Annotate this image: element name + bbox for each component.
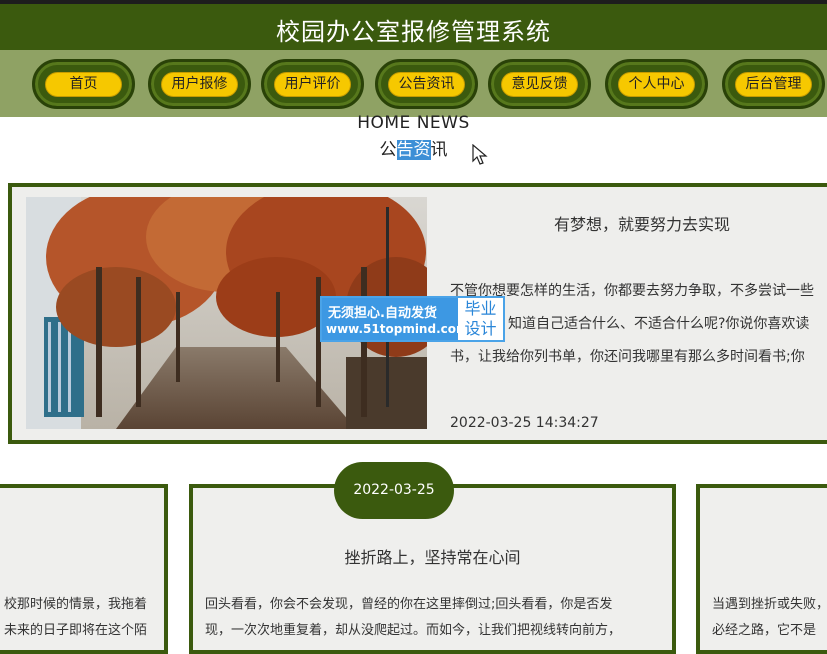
news-card-right-line-2: 必经之路，它不是 bbox=[712, 623, 817, 638]
nav-personal-center-label[interactable]: 个人中心 bbox=[618, 72, 695, 97]
nav-announcements[interactable]: 公告资讯 bbox=[375, 59, 478, 109]
watermark-text: 无须担心.自动发货 www.51topmind.com bbox=[322, 298, 469, 340]
featured-news-title[interactable]: 有梦想，就要努力去实现 bbox=[452, 211, 827, 235]
news-card-center-line-1: 回头看看，你会不会发现，曾经的你在这里摔倒过;回头看看，你是否发 bbox=[205, 597, 613, 612]
news-card-left-line-2: 未来的日子即将在这个陌 bbox=[4, 623, 148, 638]
news-card-center-title[interactable]: 挫折路上，坚持常在心间 bbox=[193, 544, 672, 568]
main-nav: 首页 用户报修 用户评价 公告资讯 意见反馈 个人中心 后台管理 bbox=[0, 50, 827, 117]
news-card-center-line-2: 现，一次次地重复着，却从没爬起过。而如今，让我们把视线转向前方， bbox=[205, 623, 622, 638]
watermark-slogan: 无须担心.自动发货 bbox=[328, 306, 437, 321]
nav-home[interactable]: 首页 bbox=[32, 59, 135, 109]
news-card-center-excerpt: 回头看看，你会不会发现，曾经的你在这里摔倒过;回头看看，你是否发 现，一次次地重… bbox=[205, 592, 621, 644]
news-card-left[interactable]: 校那时候的情景，我拖着 未来的日子即将在这个陌 bbox=[0, 484, 168, 654]
watermark-badge-line-1: 毕业 bbox=[464, 299, 497, 318]
nav-admin[interactable]: 后台管理 bbox=[722, 59, 825, 109]
featured-excerpt-line-3: 书，让我给你列书单，你还问我哪里有那么多时间看书;你 bbox=[450, 349, 805, 365]
news-section-heading: HOME NEWS 公告资讯 bbox=[0, 113, 827, 160]
section-title-en: HOME NEWS bbox=[357, 113, 470, 133]
watermark-url: www.51topmind.com bbox=[326, 322, 469, 336]
section-title-cn-part1: 公 bbox=[379, 140, 397, 160]
nav-user-review-label[interactable]: 用户评价 bbox=[274, 72, 351, 97]
nav-personal-center[interactable]: 个人中心 bbox=[605, 59, 708, 109]
section-title-cn-part2: 讯 bbox=[430, 140, 448, 160]
watermark-banner: 无须担心.自动发货 www.51topmind.com 毕业 设计 bbox=[320, 296, 505, 342]
featured-news-date: 2022-03-25 14:34:27 bbox=[450, 415, 599, 431]
nav-announcements-label[interactable]: 公告资讯 bbox=[388, 72, 465, 97]
nav-feedback-label[interactable]: 意见反馈 bbox=[501, 72, 578, 97]
nav-user-repair[interactable]: 用户报修 bbox=[148, 59, 251, 109]
news-date-badge: 2022-03-25 bbox=[334, 462, 454, 519]
nav-feedback[interactable]: 意见反馈 bbox=[488, 59, 591, 109]
nav-user-review[interactable]: 用户评价 bbox=[261, 59, 364, 109]
news-card-right-excerpt: 当遇到挫折或失败， 必经之路，它不是 bbox=[712, 592, 827, 644]
featured-excerpt-line-1: 不管你想要怎样的生活，你都要去努力争取，不多尝试一些 bbox=[450, 283, 814, 299]
news-card-left-line-1: 校那时候的情景，我拖着 bbox=[4, 597, 148, 612]
site-title: 校园办公室报修管理系统 bbox=[276, 18, 551, 46]
featured-news-excerpt: 不管你想要怎样的生活，你都要去努力争取，不多尝试一些 知道自己适合什么、不适合什… bbox=[450, 275, 827, 374]
news-card-right[interactable]: 当遇到挫折或失败， 必经之路，它不是 bbox=[696, 484, 827, 654]
news-card-right-line-1: 当遇到挫折或失败， bbox=[712, 597, 827, 612]
nav-admin-label[interactable]: 后台管理 bbox=[735, 72, 812, 97]
section-title-cn: 公告资讯 bbox=[0, 135, 827, 160]
featured-excerpt-line-2: 知道自己适合什么、不适合什么呢?你说你喜欢读 bbox=[508, 316, 810, 332]
nav-home-label[interactable]: 首页 bbox=[45, 72, 122, 97]
nav-user-repair-label[interactable]: 用户报修 bbox=[161, 72, 238, 97]
section-title-cn-selected: 告资 bbox=[396, 140, 431, 160]
top-header-bar: 校园办公室报修管理系统 bbox=[0, 0, 827, 50]
watermark-badge-line-2: 设计 bbox=[464, 319, 497, 338]
watermark-badge: 毕业 设计 bbox=[458, 298, 503, 340]
mouse-cursor-icon bbox=[472, 144, 488, 165]
news-card-left-excerpt: 校那时候的情景，我拖着 未来的日子即将在这个陌 bbox=[4, 592, 147, 644]
